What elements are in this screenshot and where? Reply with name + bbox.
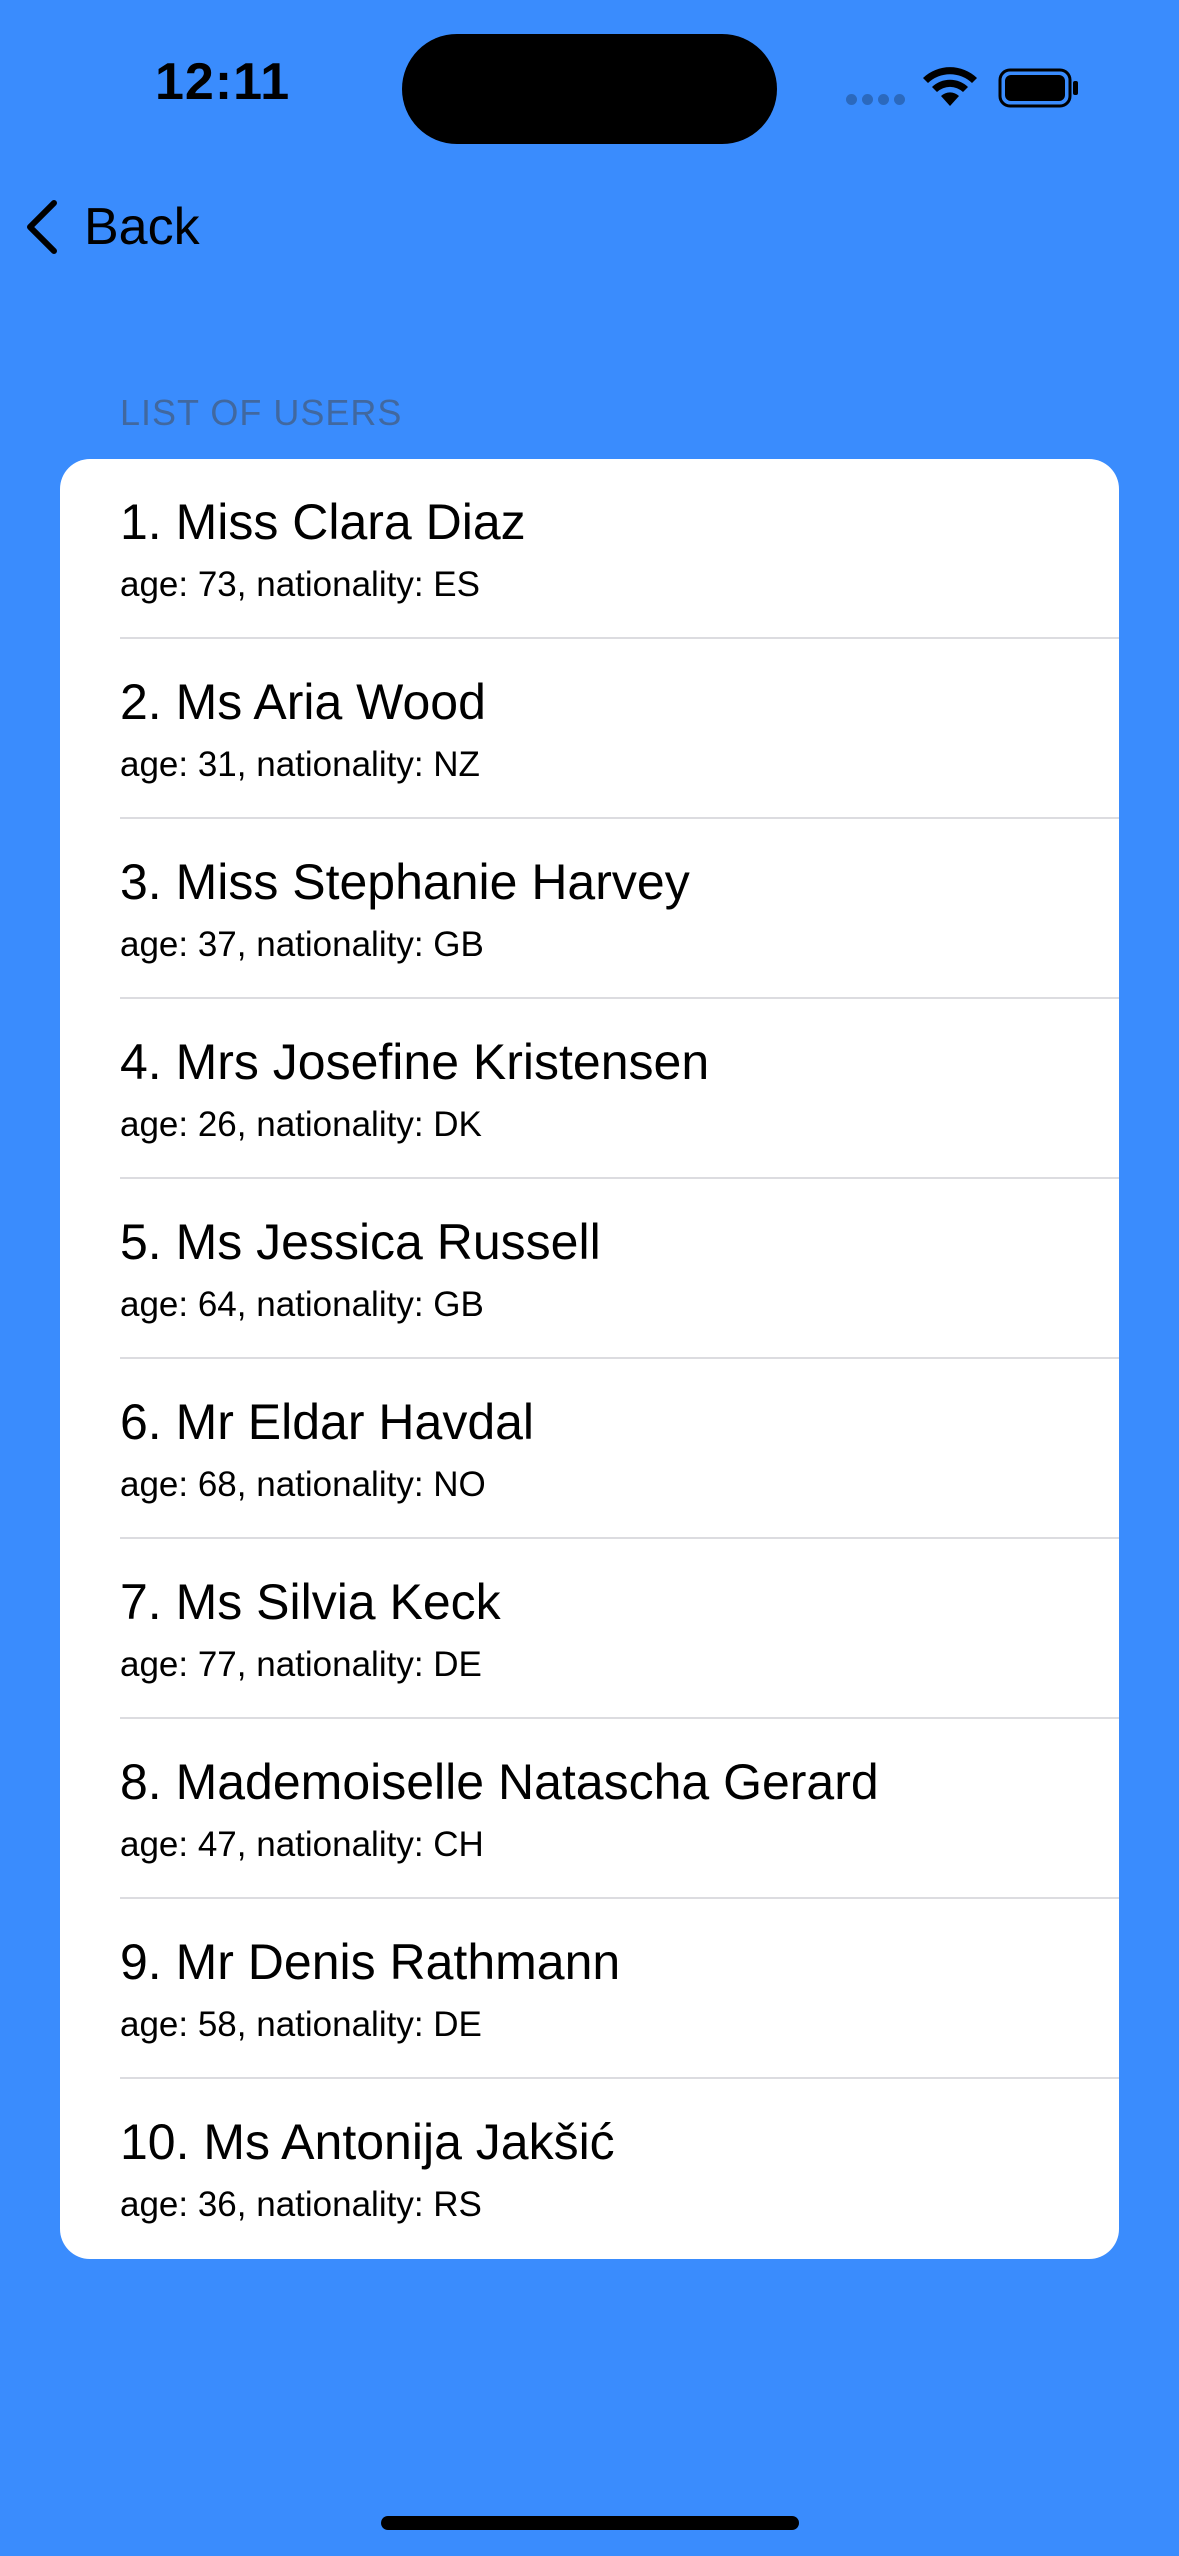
user-name: 10. Ms Antonija Jakšić (120, 2114, 615, 2170)
user-details: age: 77, nationality: DE (120, 1645, 482, 1684)
list-item-user-3[interactable]: 3. Miss Stephanie Harvey age: 37, nation… (60, 819, 1119, 999)
users-list: 1. Miss Clara Diaz age: 73, nationality:… (60, 459, 1119, 2259)
user-name: 3. Miss Stephanie Harvey (120, 854, 690, 910)
list-item-user-8[interactable]: 8. Mademoiselle Natascha Gerard age: 47,… (60, 1719, 1119, 1899)
user-name: 8. Mademoiselle Natascha Gerard (120, 1754, 879, 1810)
list-item-user-6[interactable]: 6. Mr Eldar Havdal age: 68, nationality:… (60, 1359, 1119, 1539)
user-details: age: 64, nationality: GB (120, 1285, 484, 1324)
user-details: age: 37, nationality: GB (120, 925, 484, 964)
user-name: 9. Mr Denis Rathmann (120, 1934, 621, 1990)
user-details: age: 58, nationality: DE (120, 2005, 482, 2044)
battery-icon (998, 68, 1078, 108)
home-indicator[interactable] (381, 2516, 799, 2530)
list-item-user-7[interactable]: 7. Ms Silvia Keck age: 77, nationality: … (60, 1539, 1119, 1719)
dynamic-island (402, 34, 777, 144)
user-details: age: 47, nationality: CH (120, 1825, 484, 1864)
user-name: 7. Ms Silvia Keck (120, 1574, 501, 1630)
list-item-user-1[interactable]: 1. Miss Clara Diaz age: 73, nationality:… (60, 459, 1119, 639)
user-name: 6. Mr Eldar Havdal (120, 1394, 535, 1450)
user-name: 2. Ms Aria Wood (120, 674, 486, 730)
wifi-icon (923, 67, 977, 106)
user-details: age: 31, nationality: NZ (120, 745, 480, 784)
user-details: age: 26, nationality: DK (120, 1105, 482, 1144)
back-label: Back (84, 198, 200, 256)
user-details: age: 73, nationality: ES (120, 565, 480, 604)
user-name: 5. Ms Jessica Russell (120, 1214, 601, 1270)
list-item-user-9[interactable]: 9. Mr Denis Rathmann age: 58, nationalit… (60, 1899, 1119, 2079)
list-item-user-4[interactable]: 4. Mrs Josefine Kristensen age: 26, nati… (60, 999, 1119, 1179)
status-bar: 12:11 (0, 0, 1179, 180)
user-details: age: 36, nationality: RS (120, 2185, 482, 2224)
list-item-user-2[interactable]: 2. Ms Aria Wood age: 31, nationality: NZ (60, 639, 1119, 819)
list-item-user-5[interactable]: 5. Ms Jessica Russell age: 64, nationali… (60, 1179, 1119, 1359)
list-item-user-10[interactable]: 10. Ms Antonija Jakšić age: 36, national… (60, 2079, 1119, 2259)
user-name: 4. Mrs Josefine Kristensen (120, 1034, 710, 1090)
chevron-left-icon (27, 200, 57, 254)
back-button[interactable]: Back (22, 190, 200, 264)
user-details: age: 68, nationality: NO (120, 1465, 486, 1504)
cellular-signal-icon (846, 94, 906, 106)
status-time: 12:11 (155, 53, 291, 111)
user-name: 1. Miss Clara Diaz (120, 494, 526, 550)
section-header: LIST OF USERS (120, 392, 403, 433)
